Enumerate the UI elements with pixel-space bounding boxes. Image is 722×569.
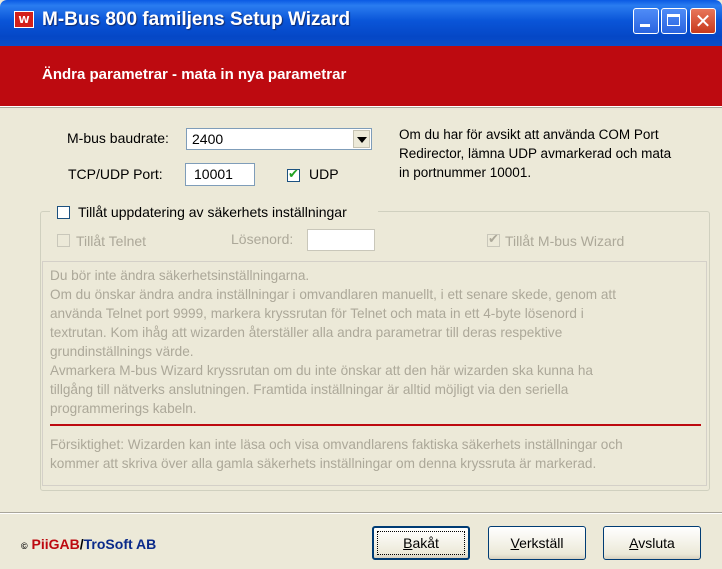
wizard-header: Ändra parametrar - mata in nya parametra… bbox=[0, 46, 722, 106]
minimize-icon bbox=[640, 24, 650, 27]
minimize-button[interactable] bbox=[633, 8, 659, 34]
company-trosoft: TroSoft AB bbox=[83, 536, 157, 552]
notes-line: grundinställnings värde. bbox=[50, 344, 194, 359]
copyright-notice: © PiiGAB/TroSoft AB bbox=[21, 536, 156, 552]
notes-line: Du bör inte ändra säkerhetsinställningar… bbox=[50, 268, 310, 283]
exit-button[interactable]: Avsluta bbox=[603, 526, 701, 560]
header-title: Ändra parametrar - mata in nya parametra… bbox=[42, 66, 347, 83]
notes-line: textrutan. Kom ihåg att wizarden återstä… bbox=[50, 325, 563, 340]
password-label: Lösenord: bbox=[231, 231, 294, 247]
apply-button-mnemonic: V bbox=[510, 535, 520, 551]
notes-line: tillgång till nätverks anslutningen. Fra… bbox=[50, 382, 569, 397]
apply-button[interactable]: Verkställ bbox=[488, 526, 586, 560]
allow-security-update-checkbox[interactable] bbox=[57, 206, 70, 219]
warning-line: Försiktighet: Wizarden kan inte läsa och… bbox=[50, 437, 623, 452]
port-input[interactable]: 10001 bbox=[185, 163, 255, 186]
focus-rectangle bbox=[377, 531, 465, 555]
baudrate-value: 2400 bbox=[192, 131, 224, 147]
apply-button-label: erkställ bbox=[519, 535, 564, 551]
exit-button-mnemonic: A bbox=[629, 535, 639, 551]
app-icon: W bbox=[14, 11, 34, 28]
baudrate-dropdown-button[interactable] bbox=[353, 130, 370, 148]
notes-line: Avmarkera M-bus Wizard kryssrutan om du … bbox=[50, 363, 593, 378]
checkmark-icon: ✔ bbox=[288, 167, 299, 182]
allow-telnet-label: Tillåt Telnet bbox=[76, 233, 147, 249]
copyright-icon: © bbox=[21, 541, 28, 551]
title-bar[interactable]: W M-Bus 800 familjens Setup Wizard ✕ bbox=[0, 0, 722, 46]
notes-textbox: Du bör inte ändra säkerhetsinställningar… bbox=[42, 261, 707, 486]
notes-line: programmerings kabeln. bbox=[50, 401, 197, 416]
close-button[interactable]: ✕ bbox=[690, 8, 716, 34]
allow-security-update-label: Tillåt uppdatering av säkerhets inställn… bbox=[78, 204, 347, 220]
baudrate-select[interactable]: 2400 bbox=[186, 128, 372, 150]
allow-mbus-wizard-checkbox[interactable]: ✔ bbox=[487, 232, 500, 247]
notes-line: använda Telnet port 9999, markera kryssr… bbox=[50, 306, 584, 321]
udp-checkbox[interactable]: ✔ bbox=[287, 167, 300, 182]
close-icon: ✕ bbox=[694, 9, 712, 33]
port-label: TCP/UDP Port: bbox=[68, 166, 163, 182]
chevron-down-icon bbox=[357, 137, 367, 143]
company-piigab: PiiGAB bbox=[31, 536, 80, 552]
allow-telnet-checkbox[interactable] bbox=[57, 234, 70, 247]
warning-divider bbox=[50, 424, 701, 426]
checkmark-icon: ✔ bbox=[488, 232, 499, 247]
footer-divider-light bbox=[0, 513, 722, 514]
password-input[interactable] bbox=[307, 229, 375, 251]
udp-label: UDP bbox=[309, 166, 339, 182]
setup-wizard-window: W M-Bus 800 familjens Setup Wizard ✕ Änd… bbox=[0, 0, 722, 569]
maximize-icon bbox=[667, 14, 680, 26]
info-line-2: Redirector, lämna UDP avmarkerad och mat… bbox=[399, 146, 672, 161]
info-line-1: Om du har för avsikt att använda COM Por… bbox=[399, 127, 659, 142]
notes-line: Om du önskar ändra andra inställningar i… bbox=[50, 287, 616, 302]
maximize-button[interactable] bbox=[661, 8, 687, 34]
baudrate-label: M-bus baudrate: bbox=[67, 130, 169, 146]
exit-button-label: vsluta bbox=[638, 535, 675, 551]
header-divider-dark bbox=[0, 107, 722, 108]
allow-mbus-wizard-label: Tillåt M-bus Wizard bbox=[505, 233, 625, 249]
window-title: M-Bus 800 familjens Setup Wizard bbox=[42, 9, 351, 30]
back-button[interactable]: Bakåt bbox=[372, 526, 470, 560]
info-line-3: in portnummer 10001. bbox=[399, 165, 532, 180]
warning-line: kommer att skriva över alla gamla säkerh… bbox=[50, 456, 597, 471]
